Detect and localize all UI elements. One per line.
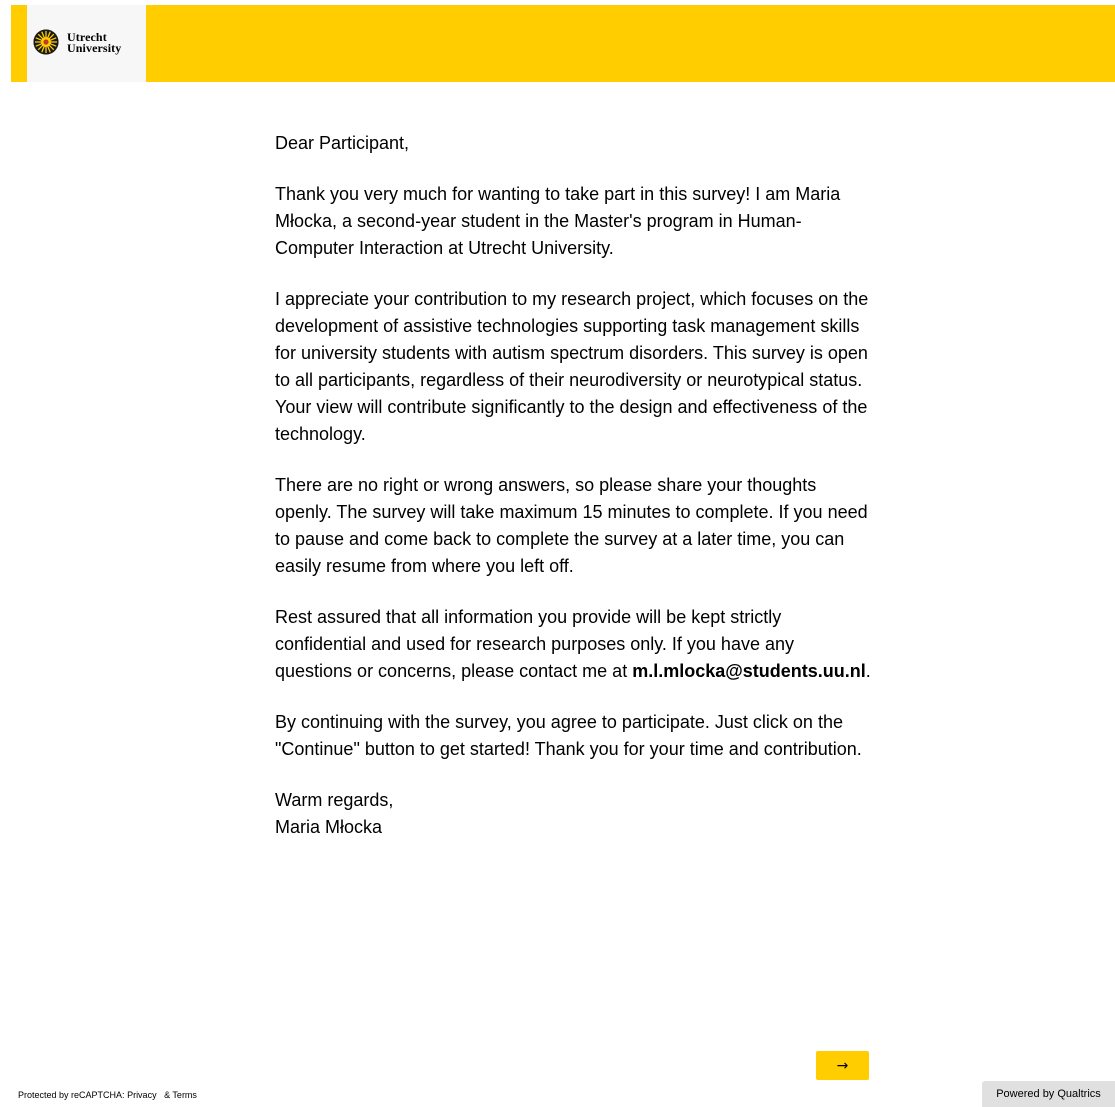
- survey-page: Utrecht University Dear Participant, Tha…: [0, 0, 1115, 1107]
- university-logo: Utrecht University: [27, 5, 146, 82]
- letter-signature: Maria Młocka: [275, 817, 383, 837]
- letter-paragraph-confidentiality: Rest assured that all information you pr…: [275, 604, 875, 685]
- recaptcha-label: Protected by reCAPTCHA:: [18, 1090, 125, 1100]
- letter-paragraph-instructions: There are no right or wrong answers, so …: [275, 475, 868, 576]
- header-bar: [11, 5, 1115, 82]
- confidentiality-end: .: [865, 661, 871, 681]
- next-button[interactable]: →: [816, 1051, 869, 1080]
- privacy-link[interactable]: Privacy: [127, 1090, 157, 1100]
- contact-email: m.l.mlocka@students.uu.nl: [632, 661, 866, 681]
- letter-closing: Warm regards,: [275, 790, 394, 810]
- recaptcha-notice: Protected by reCAPTCHA: Privacy & Terms: [18, 1090, 197, 1100]
- powered-by-qualtrics[interactable]: Powered by Qualtrics: [982, 1081, 1115, 1107]
- letter-paragraph-research: I appreciate your contribution to my res…: [275, 289, 869, 444]
- letter-paragraph-consent: By continuing with the survey, you agree…: [275, 712, 862, 759]
- terms-link[interactable]: & Terms: [164, 1090, 197, 1100]
- arrow-right-icon: →: [836, 1057, 849, 1074]
- letter-greeting: Dear Participant,: [275, 133, 410, 153]
- university-seal-icon: [33, 29, 59, 55]
- intro-letter: Dear Participant, Thank you very much fo…: [275, 130, 875, 841]
- letter-paragraph-intro: Thank you very much for wanting to take …: [275, 184, 841, 258]
- logo-line-2: University: [67, 41, 122, 55]
- logo-wordmark: Utrecht University: [67, 31, 122, 55]
